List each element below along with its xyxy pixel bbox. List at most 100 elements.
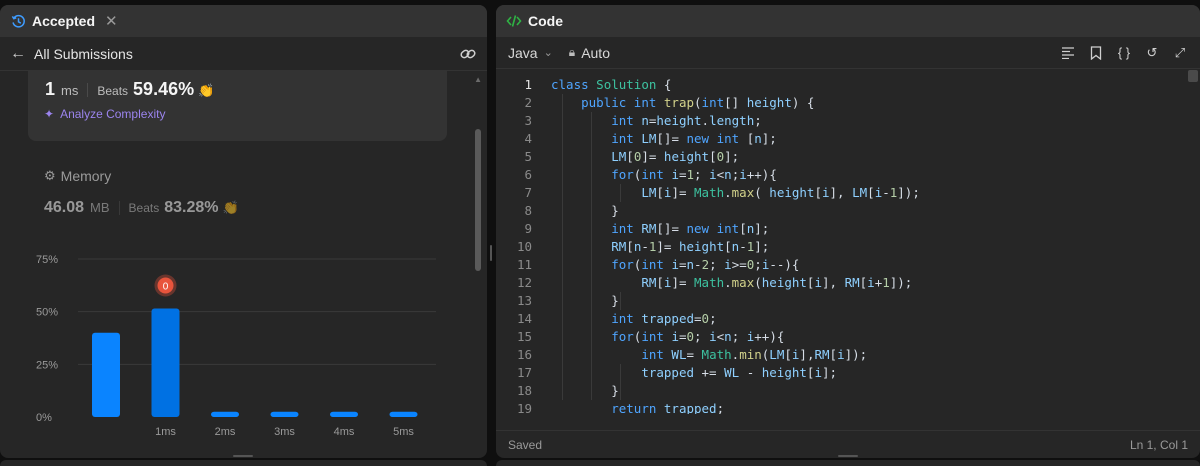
clap-icon: 👏: [198, 83, 215, 98]
line-number: 14: [516, 311, 532, 326]
memory-header[interactable]: ⚙ Memory: [44, 168, 111, 184]
line-number: 7: [524, 185, 532, 200]
y-tick-label: 25%: [36, 359, 58, 371]
code-line[interactable]: 7 LM[i]= Math.max( height[i], LM[i-1]);: [496, 184, 1200, 202]
line-number: 15: [516, 329, 532, 344]
memory-unit: MB: [90, 200, 110, 215]
line-number: 13: [516, 293, 532, 308]
y-tick-label: 50%: [36, 307, 58, 319]
line-number: 17: [516, 365, 532, 380]
code-line[interactable]: 11 for(int i=n-2; i>=0;i--){: [496, 256, 1200, 274]
code-tab-bar: Code: [496, 5, 1200, 37]
splitter-grip[interactable]: [490, 245, 492, 261]
line-number: 12: [516, 275, 532, 290]
code-line[interactable]: 19 return trapped;: [496, 400, 1200, 414]
code-editor[interactable]: 1 class Solution {2 public int trap(int[]…: [496, 76, 1200, 414]
indent-guide: [562, 94, 563, 400]
cursor-position[interactable]: Ln 1, Col 1: [1130, 438, 1188, 452]
bottom-panel-right: [496, 460, 1200, 466]
scrollbar-thumb[interactable]: [475, 129, 481, 271]
code-icon: [506, 13, 522, 29]
marker-label: 0: [163, 282, 169, 293]
indent-guide: [620, 292, 621, 310]
code-line[interactable]: 13 }: [496, 292, 1200, 310]
sparkle-icon: ✦: [44, 107, 55, 121]
y-tick-label: 75%: [36, 254, 58, 266]
code-line[interactable]: 2 public int trap(int[] height) {: [496, 94, 1200, 112]
code-line[interactable]: 4 int LM[]= new int [n];: [496, 130, 1200, 148]
code-text: RM[i]= Math.max(height[i], RM[i+1]);: [641, 275, 913, 290]
editor-scrollbar-thumb[interactable]: [1188, 70, 1198, 82]
line-number: 6: [524, 167, 532, 182]
chevron-down-icon: ⌄: [543, 47, 553, 59]
x-tick-label: 5ms: [393, 426, 414, 438]
line-number: 11: [516, 257, 532, 272]
save-status: Saved: [508, 437, 543, 452]
line-number: 10: [516, 239, 532, 254]
tab-accepted[interactable]: Accepted: [32, 13, 95, 29]
chart-bar: [270, 411, 299, 417]
line-number: 18: [516, 383, 532, 398]
code-line[interactable]: 12 RM[i]= Math.max(height[i], RM[i+1]);: [496, 274, 1200, 292]
code-text: int trapped=0;: [611, 311, 717, 326]
runtime-unit: ms: [61, 83, 79, 98]
code-line[interactable]: 6 for(int i=1; i<n;i++){: [496, 166, 1200, 184]
runtime-beats-label: Beats: [97, 84, 129, 98]
chart-bar: [151, 308, 180, 417]
submission-tab-bar: Accepted ✕: [0, 5, 487, 37]
submission-subheader: ← All Submissions: [0, 37, 487, 71]
code-line[interactable]: 3 int n=height.length;: [496, 112, 1200, 130]
close-icon[interactable]: ✕: [105, 12, 118, 30]
code-text: LM[i]= Math.max( height[i], LM[i-1]);: [641, 185, 920, 200]
code-line[interactable]: 14 int trapped=0;: [496, 310, 1200, 328]
code-line[interactable]: 5 LM[0]= height[0];: [496, 148, 1200, 166]
analyze-complexity-label: Analyze Complexity: [60, 107, 166, 121]
auto-mode-toggle[interactable]: 🔒︎ Auto: [569, 45, 610, 61]
link-icon[interactable]: [459, 45, 477, 63]
code-line[interactable]: 10 RM[n-1]= height[n-1];: [496, 238, 1200, 256]
code-line[interactable]: 15 for(int i=0; i<n; i++){: [496, 328, 1200, 346]
code-line[interactable]: 16 int WL= Math.min(LM[i],RM[i]);: [496, 346, 1200, 364]
scroll-up-icon[interactable]: ▲: [474, 75, 482, 84]
auto-mode-label: Auto: [581, 44, 610, 61]
code-line[interactable]: 18 }: [496, 382, 1200, 400]
code-text: for(int i=0; i<n; i++){: [611, 329, 785, 344]
editor-tools: { } ↺ ⤢: [1060, 45, 1188, 61]
format-icon[interactable]: [1060, 45, 1076, 61]
code-line[interactable]: 9 int RM[]= new int[n];: [496, 220, 1200, 238]
x-tick-label: 1ms: [155, 426, 176, 438]
expand-icon[interactable]: ⤢: [1172, 45, 1188, 61]
resize-handle[interactable]: [233, 455, 253, 457]
chart-bar: [389, 411, 418, 417]
code-line[interactable]: 8 }: [496, 202, 1200, 220]
all-submissions-link[interactable]: All Submissions: [34, 46, 133, 62]
divider: [118, 201, 120, 215]
tab-code[interactable]: Code: [528, 13, 563, 29]
bookmark-icon[interactable]: [1088, 45, 1104, 61]
analyze-complexity-button[interactable]: ✦ Analyze Complexity: [44, 107, 165, 121]
code-line[interactable]: 17 trapped += WL - height[i];: [496, 364, 1200, 382]
memory-value: 46.08: [44, 199, 85, 216]
back-arrow-icon[interactable]: ←: [10, 45, 26, 63]
memory-stats: 46.08 MB Beats 83.28% 👏: [44, 199, 239, 217]
language-label: Java: [508, 44, 538, 61]
line-number: 4: [524, 131, 532, 146]
code-line[interactable]: 1 class Solution {: [496, 76, 1200, 94]
code-text: int RM[]= new int[n];: [611, 221, 770, 236]
x-tick-label: 3ms: [274, 426, 295, 438]
code-text: return trapped;: [611, 401, 725, 414]
memory-title: Memory: [60, 168, 112, 184]
reset-icon[interactable]: ↺: [1144, 45, 1160, 61]
runtime-value: 1: [45, 79, 56, 99]
panel-splitter[interactable]: [487, 5, 496, 458]
code-text: public int trap(int[] height) {: [581, 95, 815, 110]
bottom-panel-left: [0, 460, 487, 466]
line-number: 8: [524, 203, 532, 218]
indent-guide: [591, 112, 592, 400]
braces-icon[interactable]: { }: [1116, 45, 1132, 61]
code-text: LM[0]= height[0];: [611, 149, 740, 164]
chart-bar: [330, 411, 358, 417]
runtime-beats-value: 59.46%: [133, 79, 195, 99]
resize-handle[interactable]: [838, 455, 858, 457]
language-select[interactable]: Java ⌄: [508, 45, 553, 61]
